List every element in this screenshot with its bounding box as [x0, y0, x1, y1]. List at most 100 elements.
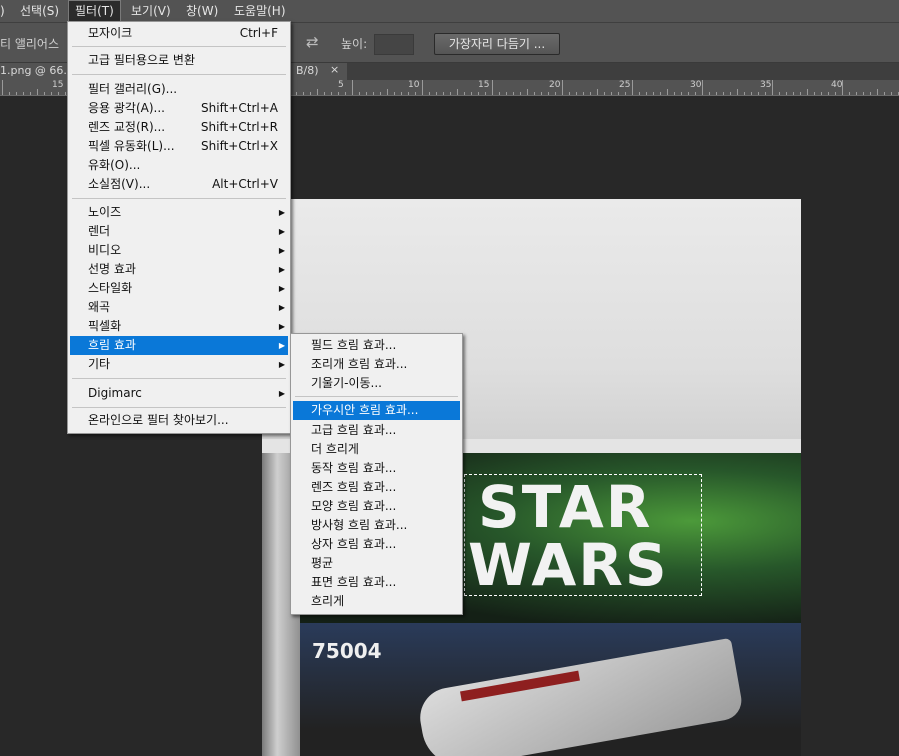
ruler-tick — [611, 92, 612, 95]
menu-item-browse-filters-online[interactable]: 온라인으로 필터 찾아보기... — [70, 411, 288, 430]
menu-item-adaptive-wide-angle[interactable]: 응용 광각(A)... Shift+Ctrl+A — [70, 99, 288, 118]
ruler-tick — [9, 92, 10, 95]
ruler-tick — [506, 92, 507, 95]
height-input[interactable] — [374, 34, 414, 55]
menu-item-blur[interactable]: 흐림 효과 ▶ — [70, 336, 288, 355]
ruler-tick — [765, 92, 766, 95]
menu-separator — [72, 407, 286, 408]
menu-item-filter-gallery[interactable]: 필터 갤러리(G)... — [70, 80, 288, 99]
ruler-tick — [814, 92, 815, 95]
ruler-tick — [793, 92, 794, 95]
menu-item-distort[interactable]: 왜곡 ▶ — [70, 298, 288, 317]
ruler-tick — [709, 92, 710, 95]
ruler-tick — [443, 92, 444, 95]
menu-item-noise[interactable]: 노이즈 ▶ — [70, 203, 288, 222]
menu-item-pixelate[interactable]: 픽셀화 ▶ — [70, 317, 288, 336]
ruler-tick — [373, 92, 374, 95]
ruler-label: 15 — [478, 80, 490, 90]
menu-item-convert-smart-filter[interactable]: 고급 필터용으로 변환 — [70, 51, 288, 70]
ruler-tick — [303, 92, 304, 95]
menu-item-oil-paint[interactable]: 유화(O)... — [70, 156, 288, 175]
submenu-item-surface-blur[interactable]: 표면 흐림 효과... — [293, 573, 460, 592]
ruler-tick — [457, 89, 458, 95]
ruler-tick — [366, 92, 367, 95]
ruler-tick — [681, 92, 682, 95]
menu-item-sharpen[interactable]: 선명 효과 ▶ — [70, 260, 288, 279]
ruler-tick — [716, 92, 717, 95]
menu-item-lens-correction[interactable]: 렌즈 교정(R)... Shift+Ctrl+R — [70, 118, 288, 137]
ruler-label: 10 — [408, 80, 420, 90]
menu-item-vanishing-point[interactable]: 소실점(V)... Alt+Ctrl+V — [70, 175, 288, 194]
submenu-item-gaussian-blur[interactable]: 가우시안 흐림 효과... — [293, 401, 460, 420]
marquee-selection[interactable] — [464, 474, 702, 596]
close-icon[interactable]: × — [330, 63, 339, 76]
submenu-item-tilt-shift[interactable]: 기울기-이동... — [293, 374, 460, 393]
submenu-item-iris-blur[interactable]: 조리개 흐림 효과... — [293, 355, 460, 374]
tab-title-left: 1.png @ 66.7 — [0, 64, 74, 77]
menu-separator — [72, 378, 286, 379]
submenu-item-radial-blur[interactable]: 방사형 흐림 효과... — [293, 516, 460, 535]
swap-icon[interactable]: ⇄ — [306, 33, 319, 51]
submenu-item-box-blur[interactable]: 상자 흐림 효과... — [293, 535, 460, 554]
ruler-label: 15 — [52, 80, 64, 90]
menu-item-digimarc[interactable]: Digimarc ▶ — [70, 384, 288, 403]
refine-edge-button[interactable]: 가장자리 다듬기 ... — [434, 33, 560, 55]
menu-item-liquify[interactable]: 픽셀 유동화(L)... Shift+Ctrl+X — [70, 137, 288, 156]
ruler-tick — [380, 92, 381, 95]
ruler-tick — [835, 92, 836, 95]
menu-item-render[interactable]: 렌더 ▶ — [70, 222, 288, 241]
menu-item-stylize[interactable]: 스타일화 ▶ — [70, 279, 288, 298]
menu-item-mosaic[interactable]: 모자이크 Ctrl+F — [70, 24, 288, 43]
chevron-right-icon: ▶ — [278, 246, 285, 255]
ruler-tick — [541, 92, 542, 95]
menu-item-partial[interactable]: ) — [0, 0, 5, 22]
ruler-tick — [576, 92, 577, 95]
chevron-right-icon: ▶ — [278, 389, 285, 398]
menu-separator — [72, 198, 286, 199]
ruler-tick — [828, 92, 829, 95]
ruler-tick — [492, 80, 493, 95]
ruler-tick — [513, 92, 514, 95]
ruler-tick — [471, 92, 472, 95]
ruler-tick — [667, 89, 668, 95]
ruler-tick — [625, 92, 626, 95]
ruler-tick — [730, 92, 731, 95]
menu-select[interactable]: 선택(S) — [20, 0, 59, 22]
submenu-item-average[interactable]: 평균 — [293, 554, 460, 573]
chevron-right-icon: ▶ — [278, 322, 285, 331]
ruler-label: 30 — [690, 80, 702, 90]
ruler-tick — [422, 80, 423, 95]
menu-help[interactable]: 도움말(H) — [234, 0, 286, 22]
ruler-tick — [23, 92, 24, 95]
submenu-item-lens-blur[interactable]: 렌즈 흐림 효과... — [293, 478, 460, 497]
submenu-item-field-blur[interactable]: 필드 흐림 효과... — [293, 336, 460, 355]
ruler-tick — [478, 92, 479, 95]
ruler-tick — [429, 92, 430, 95]
chevron-right-icon: ▶ — [278, 208, 285, 217]
menu-item-other[interactable]: 기타 ▶ — [70, 355, 288, 374]
submenu-item-blur[interactable]: 흐리게 — [293, 592, 460, 611]
menu-window[interactable]: 창(W) — [186, 0, 218, 22]
menu-bar: ) 선택(S) 필터(T) 보기(V) 창(W) 도움말(H) — [0, 0, 899, 22]
menu-separator — [72, 74, 286, 75]
ruler-tick — [65, 92, 66, 95]
ruler-tick — [317, 89, 318, 95]
menu-filter[interactable]: 필터(T) — [68, 0, 121, 22]
menu-view[interactable]: 보기(V) — [131, 0, 171, 22]
submenu-item-blur-more[interactable]: 더 흐리게 — [293, 440, 460, 459]
set-number: 75004 — [312, 639, 382, 663]
ruler-tick — [401, 92, 402, 95]
submenu-item-shape-blur[interactable]: 모양 흐림 효과... — [293, 497, 460, 516]
ruler-tick — [324, 92, 325, 95]
submenu-item-smart-blur[interactable]: 고급 흐림 효과... — [293, 421, 460, 440]
ruler-tick — [597, 89, 598, 95]
antialias-label[interactable]: 티 앨리어스 — [0, 35, 59, 52]
chevron-right-icon: ▶ — [278, 360, 285, 369]
submenu-item-motion-blur[interactable]: 동작 흐림 효과... — [293, 459, 460, 478]
ruler-tick — [856, 92, 857, 95]
ruler-tick — [408, 92, 409, 95]
ruler-tick — [604, 92, 605, 95]
menu-item-video[interactable]: 비디오 ▶ — [70, 241, 288, 260]
ruler-tick — [618, 92, 619, 95]
blur-submenu: 필드 흐림 효과... 조리개 흐림 효과... 기울기-이동... 가우시안 … — [290, 333, 463, 615]
